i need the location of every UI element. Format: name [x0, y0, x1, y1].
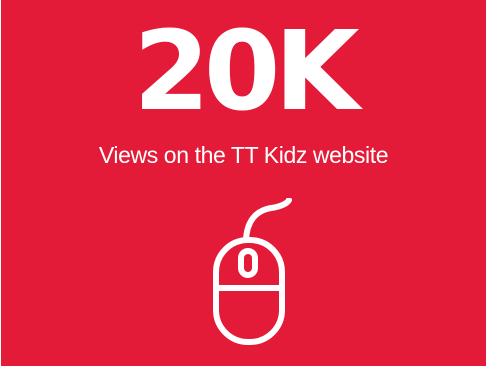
stat-card: 20K Views on the TT Kidz website [1, 0, 486, 366]
stat-value: 20K [133, 7, 359, 135]
stat-caption: Views on the TT Kidz website [98, 142, 389, 168]
computer-mouse-icon [213, 198, 292, 345]
